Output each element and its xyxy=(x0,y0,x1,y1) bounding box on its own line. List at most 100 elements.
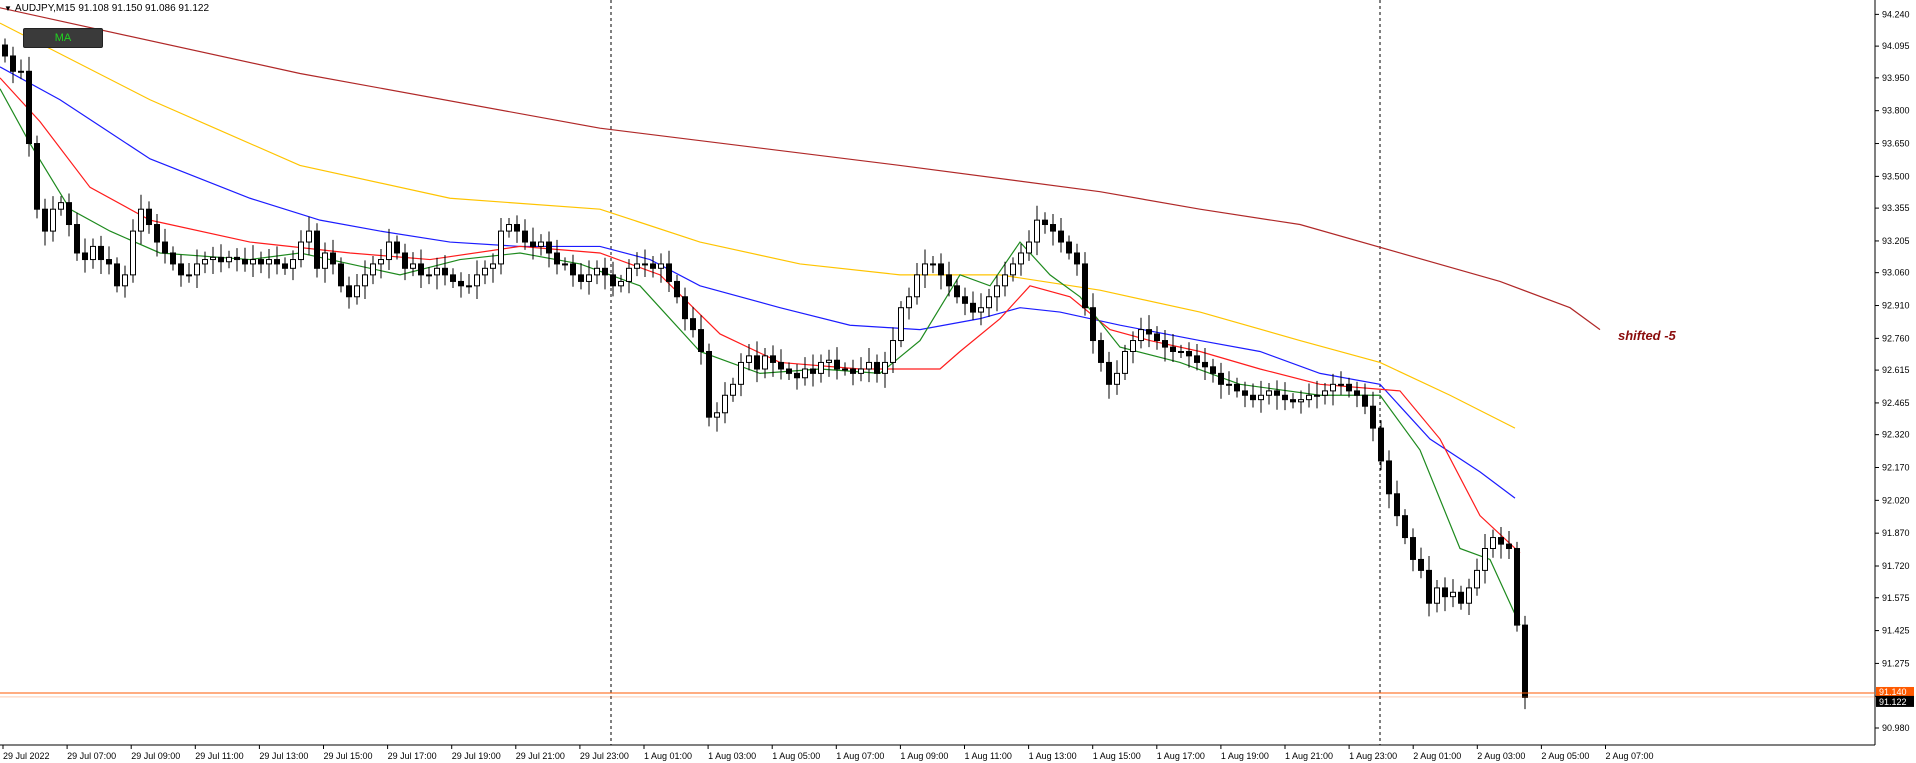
time-tick-label: 2 Aug 01:00 xyxy=(1413,751,1461,761)
price-tick-label: 92.320 xyxy=(1882,430,1910,440)
candle-body xyxy=(1250,394,1256,401)
time-tick-label: 29 Jul 23:00 xyxy=(580,751,629,761)
candle-body xyxy=(1034,219,1040,243)
candle-body xyxy=(1154,333,1160,342)
candle-body xyxy=(410,263,416,269)
candle-body xyxy=(274,259,280,265)
candle-body xyxy=(202,259,208,265)
candle-body xyxy=(1442,587,1448,598)
candle-body xyxy=(1066,241,1072,254)
candle-body xyxy=(1002,274,1008,287)
candle-body xyxy=(346,285,352,298)
candle-body xyxy=(674,280,680,298)
candle-body xyxy=(810,368,816,374)
candle-body xyxy=(58,202,64,210)
candle-body xyxy=(306,230,312,243)
candle-body xyxy=(1410,537,1416,560)
price-tick-label: 94.095 xyxy=(1882,41,1910,51)
candle-body xyxy=(1514,548,1520,626)
candle-body xyxy=(1282,394,1288,401)
candle-body xyxy=(1466,587,1472,604)
candle-body xyxy=(266,259,272,265)
candle-body xyxy=(914,274,920,298)
time-tick-label: 29 Jul 11:00 xyxy=(195,751,243,761)
candle-body xyxy=(978,307,984,313)
candle-body xyxy=(98,245,104,261)
chart-canvas[interactable]: 94.240 94.095 93.950 93.800 93.650 93.500 93.3… xyxy=(0,0,1916,763)
candle-body xyxy=(1242,390,1248,396)
candle-body xyxy=(1082,263,1088,309)
candle-body xyxy=(946,274,952,287)
time-tick-label: 2 Aug 05:00 xyxy=(1541,751,1589,761)
time-tick-label: 29 Jul 21:00 xyxy=(516,751,565,761)
candle-body xyxy=(1010,263,1016,276)
candle-body xyxy=(210,256,216,261)
candle-body xyxy=(1178,350,1184,353)
time-tick-label: 1 Aug 19:00 xyxy=(1221,751,1269,761)
candle-body xyxy=(890,340,896,363)
candle-body xyxy=(970,302,976,313)
candle-body xyxy=(1522,624,1528,698)
candle-body xyxy=(690,318,696,331)
price-tick-label: 91.720 xyxy=(1882,561,1910,571)
candle-body xyxy=(146,208,152,226)
candle-body xyxy=(458,280,464,287)
time-tick-label: 29 Jul 09:00 xyxy=(131,751,180,761)
candle-body xyxy=(1058,230,1064,243)
time-tick-label: 1 Aug 23:00 xyxy=(1349,751,1397,761)
candle-body xyxy=(1226,383,1232,386)
candle-body xyxy=(1026,241,1032,254)
candle-body xyxy=(378,259,384,265)
price-tick-label: 91.575 xyxy=(1882,593,1910,603)
candle-body xyxy=(1130,340,1136,352)
candle-body xyxy=(1338,383,1344,386)
price-tick-label: 94.240 xyxy=(1882,9,1910,19)
candle-body xyxy=(1114,372,1120,385)
candle-body xyxy=(530,241,536,247)
candle-body xyxy=(26,70,32,145)
chart-header: ▼ AUDJPY,M15 91.108 91.150 91.086 91.122 xyxy=(4,3,209,14)
price-tick-label: 92.170 xyxy=(1882,463,1910,473)
candle-body xyxy=(474,274,480,287)
candle-body xyxy=(1378,427,1384,462)
time-tick-label: 29 Jul 19:00 xyxy=(452,751,501,761)
candle-body xyxy=(1274,390,1280,396)
candle-body xyxy=(1458,591,1464,604)
candle-body xyxy=(218,256,224,263)
current-price-label: 91.122 xyxy=(1879,697,1907,707)
candle-body xyxy=(2,44,8,57)
collapse-triangle-icon[interactable]: ▼ xyxy=(4,4,12,13)
candle-body xyxy=(578,274,584,282)
candle-body xyxy=(338,263,344,287)
candle-body xyxy=(1234,383,1240,392)
candle-body xyxy=(122,274,128,287)
ma-indicator-button[interactable]: MA xyxy=(23,28,103,48)
candle-body xyxy=(610,274,616,287)
candle-body xyxy=(866,361,872,370)
candle-body xyxy=(1386,460,1392,495)
candle-body xyxy=(106,259,112,265)
candle-body xyxy=(570,263,576,276)
candle-body xyxy=(1498,537,1504,545)
candle-body xyxy=(506,224,512,232)
candle-body xyxy=(1290,399,1296,403)
candle-body xyxy=(18,70,24,73)
candle-body xyxy=(194,263,200,276)
candle-body xyxy=(490,263,496,269)
candle-body xyxy=(1482,548,1488,571)
candle-body xyxy=(778,361,784,370)
price-tick-label: 92.910 xyxy=(1882,301,1910,311)
candle-body xyxy=(242,259,248,265)
candle-body xyxy=(562,263,568,266)
candle-body xyxy=(1362,394,1368,407)
candle-body xyxy=(1434,587,1440,604)
time-tick-label: 29 Jul 15:00 xyxy=(324,751,373,761)
moving-average-line xyxy=(0,66,1516,499)
candle-body xyxy=(1266,390,1272,396)
candle-body xyxy=(1138,329,1144,342)
candle-body xyxy=(482,267,488,276)
candle-body xyxy=(706,350,712,418)
trading-chart[interactable]: 94.240 94.095 93.950 93.800 93.650 93.500 93.3… xyxy=(0,0,1916,763)
candle-body xyxy=(418,263,424,276)
candle-body xyxy=(466,285,472,288)
